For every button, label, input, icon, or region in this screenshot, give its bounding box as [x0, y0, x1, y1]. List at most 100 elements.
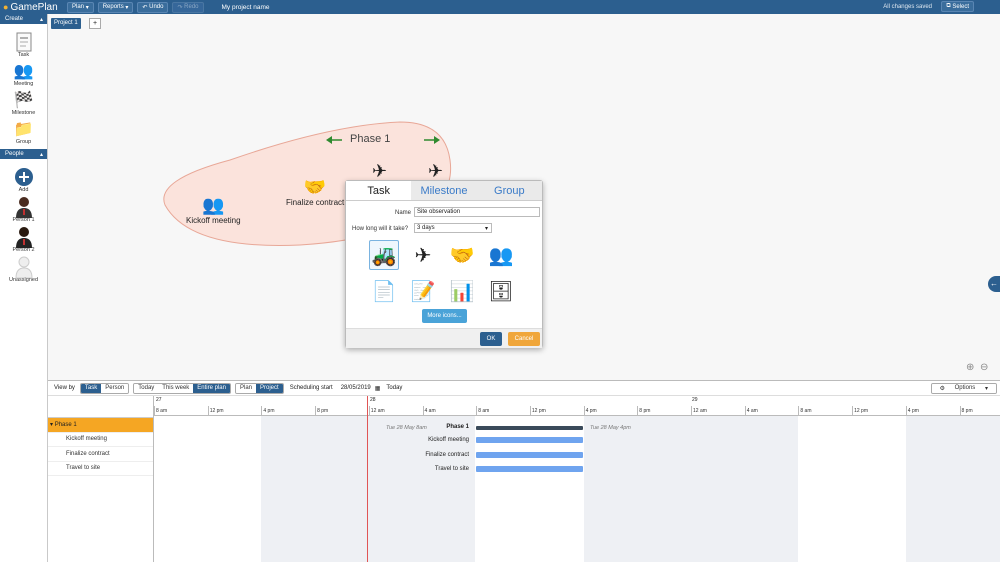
ok-button[interactable]: OK [480, 332, 502, 346]
airplane-icon: ✈ [428, 161, 444, 181]
kickoff-meeting-node[interactable]: 👥 Kickoff meeting [186, 194, 241, 225]
end-note: Tue 28 May 4pm [590, 425, 631, 431]
tick-label: 4 am [422, 406, 436, 416]
airplane-icon[interactable]: ✈ [408, 240, 438, 270]
row-label: Travel to site [66, 465, 101, 472]
gantt-row[interactable]: Finalize contract [48, 447, 153, 462]
chevron-down-icon: ▾ [980, 384, 992, 392]
travel-node[interactable]: ✈ [372, 160, 387, 182]
meeting-icon: 👥 [202, 195, 225, 215]
dialog-footer: OK Cancel [346, 328, 542, 348]
gantt-row[interactable]: Kickoff meeting [48, 433, 153, 447]
travel-node[interactable]: ✈ [428, 160, 443, 182]
phase-summary-bar[interactable] [476, 426, 583, 430]
airplane-icon: ✈ [372, 161, 388, 181]
handshake-icon[interactable]: 🤝 [447, 240, 477, 270]
gantt-chart-area: Tue 28 May 8am Tue 28 May 4pm Phase 1 Ki… [154, 396, 1000, 562]
mode-plan[interactable]: Plan [235, 383, 256, 393]
tick-label: 8 am [476, 406, 490, 416]
bar-label: Finalize contract [425, 452, 469, 458]
tick-label: 12 pm [529, 406, 546, 416]
calendar-icon[interactable]: ▦ [375, 385, 381, 392]
tick-label: 8 am [154, 406, 168, 416]
view-by-label: View by [54, 385, 75, 391]
nonworking-shade [584, 416, 798, 562]
new-item-dialog: Task Milestone Group Name Site observati… [345, 180, 543, 348]
handshake-icon: 🤝 [303, 177, 327, 197]
gantt-task-list: ▾ Phase 1 Kickoff meeting Finalize contr… [48, 396, 154, 562]
gear-icon: ⚙ [935, 384, 949, 392]
day-label: 28 [370, 397, 376, 403]
node-label: Finalize contract [286, 198, 345, 207]
options-label: Options [950, 385, 980, 391]
tick-label: 12 pm [852, 406, 868, 416]
name-label: Name [395, 210, 412, 216]
task-bar[interactable] [476, 452, 583, 458]
task-document-icon[interactable]: 📄 [369, 276, 399, 306]
chevron-down-icon: ▾ [484, 226, 488, 232]
tick-label: 12 pm [207, 406, 224, 416]
presentation-icon[interactable]: 📊 [447, 276, 477, 306]
duration-select[interactable]: 3 days ▾ [414, 223, 492, 233]
bar-label: Travel to site [434, 466, 469, 472]
view-by-person[interactable]: Person [101, 383, 129, 393]
view-by-task[interactable]: Task [80, 383, 102, 393]
tick-label: 4 pm [905, 406, 919, 416]
gantt-timeline-header: 27 28 29 8 am 12 pm 4 pm 8 pm 12 am 4 am 8 am 1… [154, 396, 1000, 416]
duration-label: How long will it take? [352, 226, 409, 232]
tick-label: 12 am [368, 406, 385, 416]
tick-label: 8 pm [315, 406, 329, 416]
range-today[interactable]: Today [134, 383, 159, 393]
range-this-week[interactable]: This week [158, 383, 194, 393]
report-icon[interactable]: 📝 [408, 276, 438, 306]
zoom-in-icon[interactable]: ⊕ [966, 362, 974, 373]
phase-label[interactable]: Phase 1 [350, 133, 390, 145]
view-by-toggle: Task Person [79, 382, 130, 394]
task-bar[interactable] [476, 466, 583, 472]
range-toggle: Today This week Entire plan [133, 382, 231, 394]
mode-project[interactable]: Project [256, 383, 283, 393]
scheduling-start-date[interactable]: 28/05/2019 [341, 385, 371, 391]
task-bar[interactable] [476, 437, 583, 443]
gantt-row-phase[interactable]: ▾ Phase 1 [48, 418, 153, 433]
nonworking-shade [906, 416, 1000, 562]
gantt-row[interactable]: Travel to site [48, 462, 153, 476]
more-icons-button[interactable]: More icons... [422, 309, 467, 323]
finalize-contract-node[interactable]: 🤝 Finalize contract [286, 176, 344, 207]
tab-task[interactable]: Task [346, 181, 412, 200]
tick-label: 4 am [744, 406, 758, 416]
zoom-out-icon[interactable]: ⊖ [980, 362, 988, 373]
mode-toggle: Plan Project [234, 382, 284, 394]
tick-label: 8 pm [959, 406, 973, 416]
row-label: Finalize contract [66, 450, 110, 457]
day-label: 29 [692, 397, 698, 403]
today-link[interactable]: Today [386, 385, 402, 391]
panel-toggle-button[interactable]: ← [988, 276, 1000, 292]
bar-label: Phase 1 [446, 424, 469, 430]
dialog-tabs: Task Milestone Group [346, 181, 542, 201]
bar-label: Kickoff meeting [428, 437, 469, 443]
range-entire-plan[interactable]: Entire plan [193, 383, 230, 393]
cancel-button[interactable]: Cancel [508, 332, 540, 346]
today-line [367, 396, 368, 562]
servers-icon[interactable]: 🗄 [486, 276, 516, 306]
options-button[interactable]: ⚙ Options ▾ [930, 382, 997, 394]
gantt-toolbar: View by Task Person Today This week Enti… [48, 380, 1000, 396]
arrow-left-icon: ← [990, 279, 998, 288]
name-input[interactable]: Site observation [414, 207, 540, 217]
meeting-icon[interactable]: 👥 [486, 240, 516, 270]
tick-label: 4 pm [583, 406, 597, 416]
tick-label: 8 pm [637, 406, 651, 416]
row-label: Kickoff meeting [66, 436, 107, 443]
node-label: Kickoff meeting [186, 216, 241, 225]
scheduling-start-label: Scheduling start [289, 385, 333, 391]
duration-value: 3 days [417, 225, 435, 231]
chevron-down-icon: ▾ [50, 422, 54, 429]
tick-label: 4 pm [261, 406, 275, 416]
task-list-header [48, 396, 153, 418]
tab-milestone[interactable]: Milestone [411, 181, 476, 200]
row-label: Phase 1 [54, 421, 77, 428]
day-label: 27 [156, 397, 162, 403]
tab-group[interactable]: Group [477, 181, 542, 200]
excavator-icon[interactable]: 🚜 [369, 240, 399, 270]
